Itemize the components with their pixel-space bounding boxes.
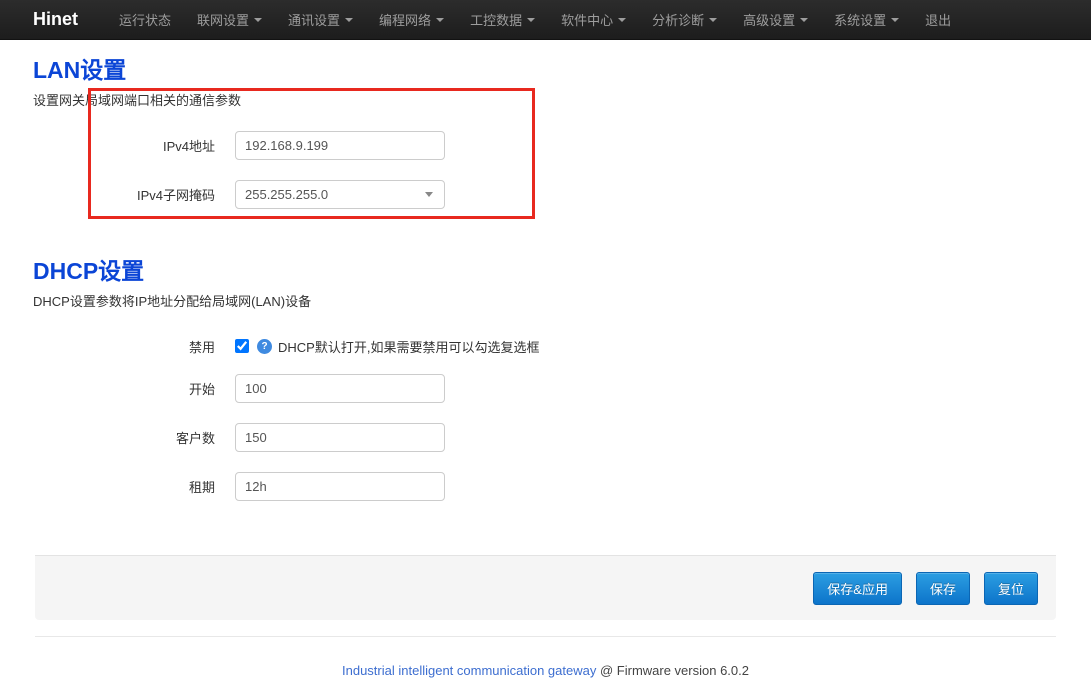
footer-firmware-version: @ Firmware version 6.0.2 (596, 663, 749, 678)
nav-item-system-settings[interactable]: 系统设置 (821, 0, 912, 39)
dhcp-start-input[interactable] (235, 374, 445, 403)
nav-item-advanced-settings[interactable]: 高级设置 (730, 0, 821, 39)
dhcp-section-description: DHCP设置参数将IP地址分配给局域网(LAN)设备 (33, 291, 1056, 310)
action-bar: 保存&应用 保存 复位 (35, 555, 1056, 620)
ipv4-netmask-selected-value: 255.255.255.0 (245, 187, 328, 202)
chevron-down-icon (800, 18, 808, 22)
main-content: LAN设置 设置网关局域网端口相关的通信参数 IPv4地址 IPv4子网掩码 2… (0, 40, 1091, 501)
nav-item-comm-settings[interactable]: 通讯设置 (275, 0, 366, 39)
nav-item-analysis-diagnosis[interactable]: 分析诊断 (639, 0, 730, 39)
dhcp-clients-row: 客户数 (33, 423, 1056, 452)
help-icon[interactable]: ? (257, 339, 272, 354)
nav-item-programming-network[interactable]: 编程网络 (366, 0, 457, 39)
ipv4-netmask-label: IPv4子网掩码 (33, 185, 215, 204)
ipv4-address-label: IPv4地址 (33, 136, 215, 155)
dhcp-settings-section: DHCP设置 DHCP设置参数将IP地址分配给局域网(LAN)设备 禁用 ? D… (33, 257, 1056, 501)
dhcp-lease-row: 租期 (33, 472, 1056, 501)
dhcp-section-title: DHCP设置 (33, 257, 1056, 285)
lan-settings-section: LAN设置 设置网关局域网端口相关的通信参数 IPv4地址 IPv4子网掩码 2… (33, 56, 1056, 209)
dhcp-start-row: 开始 (33, 374, 1056, 403)
reset-button[interactable]: 复位 (984, 572, 1038, 605)
nav-item-logout[interactable]: 退出 (912, 0, 964, 39)
lan-section-description: 设置网关局域网端口相关的通信参数 (33, 90, 1056, 109)
chevron-down-icon (527, 18, 535, 22)
chevron-down-icon (345, 18, 353, 22)
brand-logo[interactable]: Hinet (33, 9, 78, 30)
nav-item-running-status[interactable]: 运行状态 (106, 0, 184, 39)
top-navbar: Hinet 运行状态 联网设置 通讯设置 编程网络 工控数据 软件中心 分析诊断… (0, 0, 1091, 40)
lan-form: IPv4地址 IPv4子网掩码 255.255.255.0 (33, 131, 1056, 209)
footer-gateway-link[interactable]: Industrial intelligent communication gat… (342, 663, 596, 678)
nav-item-software-center[interactable]: 软件中心 (548, 0, 639, 39)
nav-item-industrial-data[interactable]: 工控数据 (457, 0, 548, 39)
nav-menu: 运行状态 联网设置 通讯设置 编程网络 工控数据 软件中心 分析诊断 高级设置 … (106, 0, 964, 39)
dhcp-clients-label: 客户数 (33, 428, 215, 447)
save-apply-button[interactable]: 保存&应用 (813, 572, 902, 605)
ipv4-netmask-select[interactable]: 255.255.255.0 (235, 180, 445, 209)
chevron-down-icon (436, 18, 444, 22)
dropdown-caret-icon (425, 192, 433, 197)
save-button[interactable]: 保存 (916, 572, 970, 605)
dhcp-disable-checkbox[interactable] (235, 339, 249, 353)
nav-item-network-settings[interactable]: 联网设置 (184, 0, 275, 39)
ipv4-netmask-row: IPv4子网掩码 255.255.255.0 (33, 180, 1056, 209)
footer: Industrial intelligent communication gat… (0, 637, 1091, 678)
chevron-down-icon (254, 18, 262, 22)
chevron-down-icon (891, 18, 899, 22)
lan-section-title: LAN设置 (33, 56, 1056, 84)
chevron-down-icon (709, 18, 717, 22)
dhcp-disable-row: 禁用 ? DHCP默认打开,如果需要禁用可以勾选复选框 (33, 336, 1056, 356)
dhcp-lease-label: 租期 (33, 477, 215, 496)
ipv4-address-row: IPv4地址 (33, 131, 1056, 160)
dhcp-form: 禁用 ? DHCP默认打开,如果需要禁用可以勾选复选框 开始 客户数 (33, 336, 1056, 501)
dhcp-lease-input[interactable] (235, 472, 445, 501)
dhcp-start-label: 开始 (33, 379, 215, 398)
chevron-down-icon (618, 18, 626, 22)
dhcp-clients-input[interactable] (235, 423, 445, 452)
dhcp-disable-help-text: DHCP默认打开,如果需要禁用可以勾选复选框 (278, 337, 539, 356)
ipv4-address-input[interactable] (235, 131, 445, 160)
dhcp-disable-label: 禁用 (33, 337, 215, 356)
